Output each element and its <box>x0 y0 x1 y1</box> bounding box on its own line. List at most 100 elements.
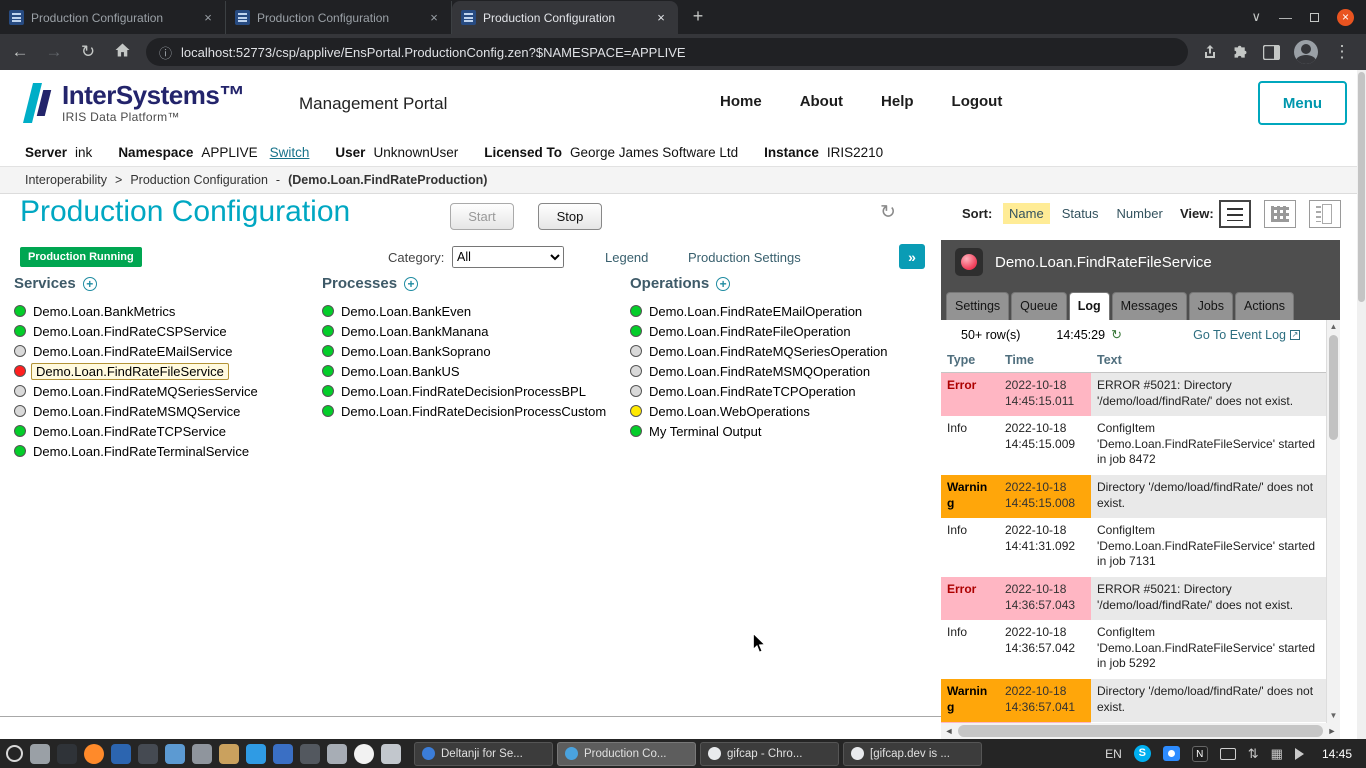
profile-avatar[interactable] <box>1294 40 1318 64</box>
taskbar-icon-blue-app[interactable] <box>273 744 293 764</box>
taskbar-icon-files[interactable] <box>30 744 50 764</box>
tab-close-icon[interactable]: × <box>653 10 669 26</box>
config-item-label[interactable]: Demo.Loan.BankSoprano <box>341 344 491 359</box>
config-item[interactable]: Demo.Loan.FindRateDecisionProcessCustom <box>322 401 622 421</box>
config-item-label[interactable]: Demo.Loan.WebOperations <box>649 404 810 419</box>
config-item[interactable]: Demo.Loan.FindRateEMailOperation <box>630 301 930 321</box>
scroll-left-arrow[interactable]: ◄ <box>941 723 957 739</box>
config-item[interactable]: Demo.Loan.FindRateTCPService <box>14 421 314 441</box>
log-row[interactable]: Warning2022-10-18 14:36:57.041Directory … <box>941 679 1326 722</box>
browser-tab[interactable]: Production Configuration× <box>226 1 452 34</box>
config-item-label[interactable]: Demo.Loan.FindRateFileService <box>31 363 229 380</box>
tab-close-icon[interactable]: × <box>426 10 442 26</box>
panel-tab-settings[interactable]: Settings <box>946 292 1009 320</box>
add-process-icon[interactable]: + <box>404 277 418 291</box>
taskbar-icon-file-manager[interactable] <box>165 744 185 764</box>
browser-menu-kebab-icon[interactable]: ⋮ <box>1332 42 1352 62</box>
config-item[interactable]: Demo.Loan.FindRateMSMQOperation <box>630 361 930 381</box>
clock[interactable]: 14:45 <box>1322 747 1352 761</box>
nav-link-home[interactable]: Home <box>720 93 762 110</box>
taskbar-icon-folder[interactable] <box>219 744 239 764</box>
horizontal-scroll-thumb[interactable] <box>958 725 1323 737</box>
config-item[interactable]: Demo.Loan.FindRateMQSeriesService <box>14 381 314 401</box>
sort-option-number[interactable]: Number <box>1111 203 1169 224</box>
panel-tab-messages[interactable]: Messages <box>1112 292 1187 320</box>
log-row[interactable]: Error2022-10-18 14:36:57.043ERROR #5021:… <box>941 577 1326 620</box>
taskbar-icon-show-apps[interactable] <box>6 745 23 762</box>
browser-tab[interactable]: Production Configuration× <box>0 1 226 34</box>
taskbar-window-button[interactable]: Production Co... <box>557 742 696 766</box>
tab-search-chevron-icon[interactable]: ∨ <box>1251 9 1261 25</box>
taskbar-icon-media-app[interactable] <box>192 744 212 764</box>
config-item[interactable]: Demo.Loan.BankSoprano <box>322 341 622 361</box>
config-item[interactable]: Demo.Loan.FindRateMSMQService <box>14 401 314 421</box>
switch-namespace-link[interactable]: Switch <box>270 145 310 160</box>
legend-link[interactable]: Legend <box>605 250 648 265</box>
sort-option-name[interactable]: Name <box>1003 203 1050 224</box>
sort-option-status[interactable]: Status <box>1056 203 1105 224</box>
taskbar-icon-chrome[interactable] <box>354 744 374 764</box>
side-panel-icon[interactable] <box>1263 45 1280 60</box>
config-item-label[interactable]: Demo.Loan.BankMetrics <box>33 304 175 319</box>
config-item[interactable]: Demo.Loan.FindRateFileOperation <box>630 321 930 341</box>
refresh-icon[interactable]: ↻ <box>1111 327 1122 343</box>
page-info-icon[interactable]: ⓘ <box>159 43 172 62</box>
breadcrumb-production-configuration[interactable]: Production Configuration <box>130 173 268 187</box>
config-item-label[interactable]: Demo.Loan.FindRateEMailService <box>33 344 232 359</box>
log-row[interactable]: Error2022-10-18 14:45:15.011ERROR #5021:… <box>941 373 1326 417</box>
camera-icon[interactable] <box>1163 746 1180 761</box>
config-item[interactable]: Demo.Loan.FindRateTCPOperation <box>630 381 930 401</box>
taskbar-window-button[interactable]: [gifcap.dev is ... <box>843 742 982 766</box>
add-operation-icon[interactable]: + <box>716 277 730 291</box>
taskbar-icon-editor[interactable] <box>381 744 401 764</box>
view-split-icon[interactable] <box>1309 200 1341 228</box>
config-item[interactable]: Demo.Loan.FindRateFileService <box>14 361 314 381</box>
breadcrumb-interoperability[interactable]: Interoperability <box>25 173 107 187</box>
page-scrollbar[interactable] <box>1357 70 1366 739</box>
scroll-right-arrow[interactable]: ► <box>1324 723 1340 739</box>
taskbar-icon-terminal[interactable] <box>57 744 77 764</box>
log-row[interactable]: Info2022-10-18 14:41:31.092ConfigItem 'D… <box>941 518 1326 577</box>
config-item[interactable]: Demo.Loan.BankEven <box>322 301 622 321</box>
keyboard-layout-indicator[interactable]: EN <box>1105 747 1122 761</box>
taskbar-icon-gimp[interactable] <box>327 744 347 764</box>
config-item[interactable]: Demo.Loan.BankMetrics <box>14 301 314 321</box>
share-icon[interactable] <box>1202 44 1218 60</box>
scroll-down-arrow[interactable]: ▼ <box>1327 709 1340 723</box>
panel-tab-log[interactable]: Log <box>1069 292 1110 320</box>
url-bar[interactable]: ⓘ localhost:52773/csp/applive/EnsPortal.… <box>146 38 1188 66</box>
vertical-scroll-thumb[interactable] <box>1329 335 1338 440</box>
config-item[interactable]: Demo.Loan.BankManana <box>322 321 622 341</box>
display-icon[interactable] <box>1220 748 1236 760</box>
go-to-event-log-link[interactable]: Go To Event Log ↗ <box>1193 328 1300 342</box>
config-item-label[interactable]: Demo.Loan.FindRateDecisionProcessCustom <box>341 404 606 419</box>
skype-icon[interactable]: S <box>1134 745 1151 762</box>
config-item-label[interactable]: Demo.Loan.BankEven <box>341 304 471 319</box>
config-item[interactable]: My Terminal Output <box>630 421 930 441</box>
taskbar-icon-firefox[interactable] <box>84 744 104 764</box>
production-settings-link[interactable]: Production Settings <box>688 250 801 265</box>
forward-button[interactable]: → <box>44 42 64 62</box>
config-item-label[interactable]: Demo.Loan.BankManana <box>341 324 488 339</box>
nav-link-about[interactable]: About <box>800 93 843 110</box>
config-item-label[interactable]: Demo.Loan.FindRateMSMQService <box>33 404 240 419</box>
config-item-label[interactable]: Demo.Loan.BankUS <box>341 364 460 379</box>
config-item[interactable]: Demo.Loan.FindRateTerminalService <box>14 441 314 461</box>
nav-link-help[interactable]: Help <box>881 93 914 110</box>
start-button[interactable]: Start <box>450 203 514 230</box>
taskbar-icon-vscode[interactable] <box>246 744 266 764</box>
add-service-icon[interactable]: + <box>83 277 97 291</box>
config-item[interactable]: Demo.Loan.FindRateCSPService <box>14 321 314 341</box>
window-close-button[interactable]: × <box>1337 9 1354 26</box>
taskbar-window-button[interactable]: gifcap - Chro... <box>700 742 839 766</box>
log-row[interactable]: Info2022-10-18 14:36:57.042ConfigItem 'D… <box>941 620 1326 679</box>
config-item-label[interactable]: Demo.Loan.FindRateTCPOperation <box>649 384 856 399</box>
reload-button[interactable]: ↻ <box>78 42 98 62</box>
config-item[interactable]: Demo.Loan.FindRateDecisionProcessBPL <box>322 381 622 401</box>
panel-tab-jobs[interactable]: Jobs <box>1189 292 1233 320</box>
log-row[interactable]: Warning2022-10-18 14:45:15.008Directory … <box>941 475 1326 518</box>
config-item[interactable]: Demo.Loan.BankUS <box>322 361 622 381</box>
config-item-label[interactable]: Demo.Loan.FindRateMSMQOperation <box>649 364 870 379</box>
config-item-label[interactable]: Demo.Loan.FindRateCSPService <box>33 324 227 339</box>
menu-button[interactable]: Menu <box>1258 81 1347 125</box>
